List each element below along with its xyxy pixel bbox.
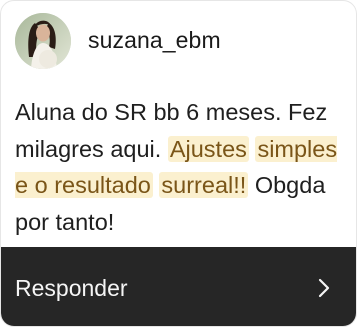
reply-button-label[interactable]: Responder [15, 274, 128, 302]
chevron-right-icon[interactable] [313, 277, 335, 299]
message-text: Aluna do SR bb 6 meses. Fez milagres aqu… [15, 94, 351, 240]
reply-bar[interactable]: Responder [1, 247, 356, 326]
highlighted-text: Ajustes [167, 135, 249, 162]
post-header: suzana_ebm [1, 1, 356, 81]
highlighted-text: surreal!! [159, 172, 249, 198]
avatar[interactable] [15, 13, 71, 69]
testimonial-card: suzana_ebm Aluna do SR bb 6 meses. Fez m… [0, 0, 357, 327]
username[interactable]: suzana_ebm [88, 25, 221, 55]
profile-photo-icon [15, 13, 71, 69]
